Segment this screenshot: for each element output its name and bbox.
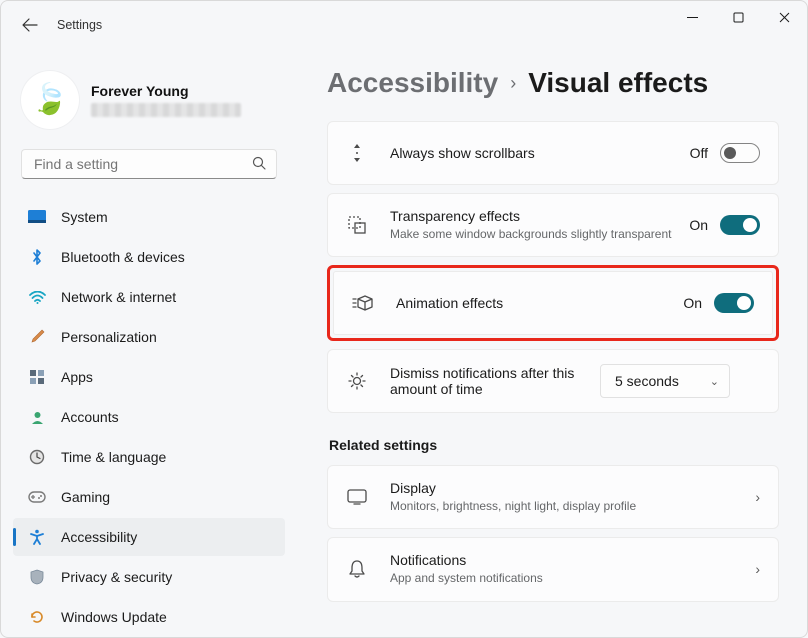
nav-item-system[interactable]: System [13, 198, 285, 236]
search-icon [252, 156, 266, 173]
avatar: 🍃 [21, 71, 79, 129]
related-row-display[interactable]: Display Monitors, brightness, night ligh… [327, 465, 779, 529]
nav-item-accounts[interactable]: Accounts [13, 398, 285, 436]
search-input[interactable] [32, 155, 252, 173]
breadcrumb-parent[interactable]: Accessibility [327, 67, 498, 99]
apps-icon [27, 367, 47, 387]
chevron-right-icon: › [755, 489, 760, 505]
nav-label: Windows Update [61, 609, 167, 625]
nav-label: Personalization [61, 329, 157, 345]
scrollbar-icon [346, 142, 368, 164]
bluetooth-icon [27, 247, 47, 267]
setting-row-animation: Animation effects On [333, 271, 773, 335]
row-desc: Make some window backgrounds slightly tr… [390, 226, 689, 242]
nav-label: Accessibility [61, 529, 137, 545]
sidebar: 🍃 Forever Young System Bluetooth & devic… [1, 49, 297, 637]
setting-row-transparency: Transparency effects Make some window ba… [327, 193, 779, 257]
system-icon [27, 207, 47, 227]
nav-item-apps[interactable]: Apps [13, 358, 285, 396]
related-settings-heading: Related settings [329, 437, 779, 453]
row-desc: Monitors, brightness, night light, displ… [390, 498, 755, 514]
back-button[interactable] [21, 16, 39, 34]
nav-item-time[interactable]: Time & language [13, 438, 285, 476]
toggle-state-label: On [689, 217, 708, 233]
setting-row-dismiss: Dismiss notifications after this amount … [327, 349, 779, 413]
transparency-toggle[interactable] [720, 215, 760, 235]
nav-label: Gaming [61, 489, 110, 505]
row-title: Animation effects [396, 295, 683, 311]
wifi-icon [27, 287, 47, 307]
brush-icon [27, 327, 47, 347]
related-row-notifications[interactable]: Notifications App and system notificatio… [327, 537, 779, 601]
minimize-icon [687, 12, 698, 23]
nav-item-gaming[interactable]: Gaming [13, 478, 285, 516]
animation-toggle[interactable] [714, 293, 754, 313]
row-title: Always show scrollbars [390, 145, 690, 161]
profile-email-redacted [91, 103, 241, 117]
row-title: Notifications [390, 552, 755, 568]
dismiss-time-dropdown[interactable]: 5 seconds ⌄ [600, 364, 730, 398]
nav-item-network[interactable]: Network & internet [13, 278, 285, 316]
nav-list: System Bluetooth & devices Network & int… [9, 197, 289, 637]
clock-icon [27, 447, 47, 467]
update-icon [27, 607, 47, 627]
row-desc: App and system notifications [390, 570, 755, 586]
nav-label: System [61, 209, 108, 225]
nav-label: Privacy & security [61, 569, 172, 585]
chevron-right-icon: › [755, 561, 760, 577]
setting-row-scrollbars: Always show scrollbars Off [327, 121, 779, 185]
page-title: Visual effects [528, 67, 708, 99]
shield-icon [27, 567, 47, 587]
accessibility-icon [27, 527, 47, 547]
chevron-down-icon: ⌄ [710, 375, 719, 388]
person-icon [27, 407, 47, 427]
nav-label: Accounts [61, 409, 119, 425]
nav-item-personalization[interactable]: Personalization [13, 318, 285, 356]
nav-item-accessibility[interactable]: Accessibility [13, 518, 285, 556]
transparency-icon [346, 215, 368, 235]
nav-label: Apps [61, 369, 93, 385]
nav-label: Network & internet [61, 289, 176, 305]
nav-item-privacy[interactable]: Privacy & security [13, 558, 285, 596]
nav-item-bluetooth[interactable]: Bluetooth & devices [13, 238, 285, 276]
scrollbars-toggle[interactable] [720, 143, 760, 163]
search-box[interactable] [21, 149, 277, 179]
profile-block[interactable]: 🍃 Forever Young [9, 63, 289, 141]
minimize-button[interactable] [669, 1, 715, 33]
nav-item-update[interactable]: Windows Update [13, 598, 285, 636]
maximize-button[interactable] [715, 1, 761, 33]
brightness-icon [346, 371, 368, 391]
content-pane: Accessibility › Visual effects Always sh… [297, 49, 807, 637]
row-title: Display [390, 480, 755, 496]
profile-name: Forever Young [91, 83, 241, 99]
toggle-state-label: On [683, 295, 702, 311]
dropdown-value: 5 seconds [615, 373, 679, 389]
display-icon [346, 489, 368, 505]
nav-label: Bluetooth & devices [61, 249, 185, 265]
animation-icon [352, 294, 374, 312]
gaming-icon [27, 487, 47, 507]
row-title: Transparency effects [390, 208, 689, 224]
back-arrow-icon [22, 18, 38, 32]
bell-icon [346, 559, 368, 579]
row-title: Dismiss notifications after this amount … [390, 365, 600, 397]
maximize-icon [733, 12, 744, 23]
chevron-right-icon: › [510, 73, 516, 94]
close-icon [779, 12, 790, 23]
breadcrumb: Accessibility › Visual effects [327, 67, 779, 99]
window-title: Settings [57, 18, 102, 32]
highlight-animation-effects: Animation effects On [327, 265, 779, 341]
close-button[interactable] [761, 1, 807, 33]
leaf-icon: 🍃 [31, 85, 68, 115]
nav-label: Time & language [61, 449, 166, 465]
toggle-state-label: Off [690, 145, 708, 161]
